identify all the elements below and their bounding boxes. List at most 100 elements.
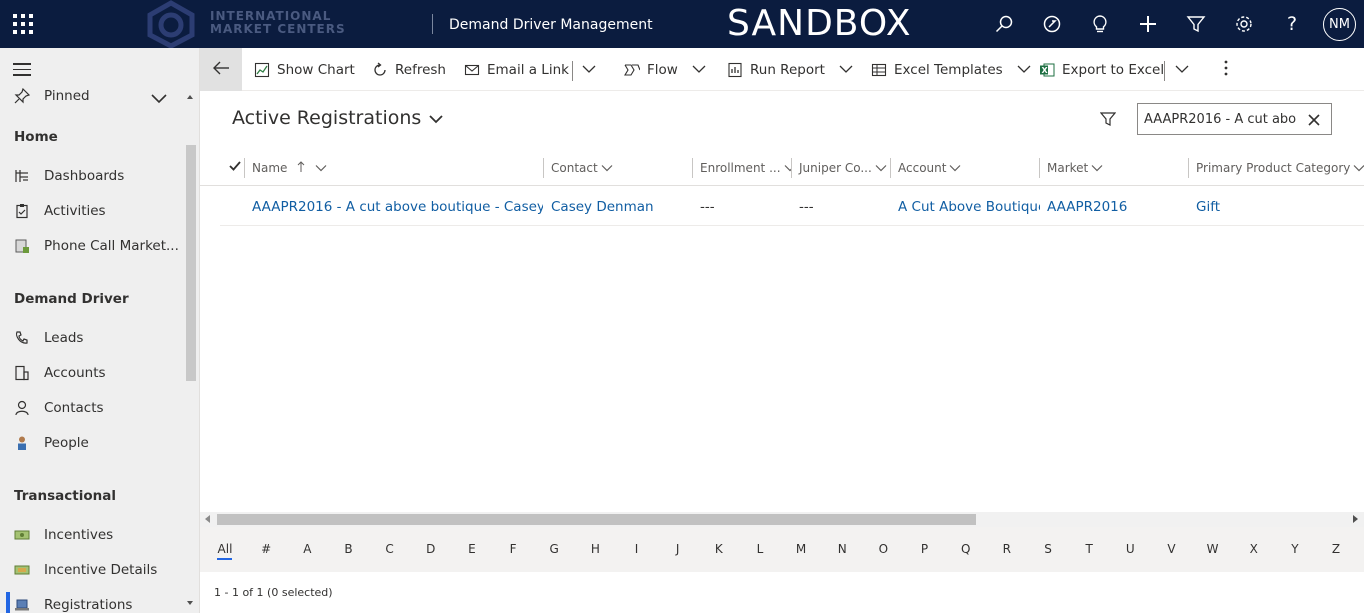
- jump-bar-letter[interactable]: F: [503, 542, 523, 556]
- jump-bar-letter[interactable]: B: [338, 542, 358, 556]
- sidebar-item-accounts[interactable]: Accounts: [0, 358, 185, 388]
- view-selector[interactable]: Active Registrations: [232, 107, 443, 129]
- select-all-checkmark-icon[interactable]: [228, 158, 242, 172]
- chevron-down-icon[interactable]: [692, 62, 706, 78]
- view-title: Active Registrations: [232, 107, 422, 129]
- jump-bar-letter[interactable]: U: [1120, 542, 1140, 556]
- jump-bar-letter[interactable]: V: [1161, 542, 1181, 556]
- column-header-market[interactable]: Market: [1039, 150, 1188, 186]
- jump-bar-letter[interactable]: G: [544, 542, 564, 556]
- search-icon[interactable]: [992, 12, 1016, 36]
- column-header-juniper[interactable]: Juniper Co...: [791, 150, 890, 186]
- money-icon: [13, 526, 31, 544]
- cell-category[interactable]: Gift: [1196, 188, 1346, 226]
- cell-name[interactable]: AAAPR2016 - A cut above boutique - Casey…: [252, 188, 543, 226]
- chevron-down-icon[interactable]: [150, 89, 168, 108]
- sidebar-item-registrations[interactable]: Registrations: [0, 590, 185, 613]
- jump-bar-letter[interactable]: H: [585, 542, 605, 556]
- filter-icon[interactable]: [1184, 12, 1208, 36]
- sidebar-item-phone-call-marketing[interactable]: Phone Call Market...: [0, 231, 185, 261]
- view-filter-icon[interactable]: [1098, 109, 1118, 129]
- jump-bar-letter[interactable]: S: [1038, 542, 1058, 556]
- email-link-button[interactable]: Email a Link: [463, 48, 569, 91]
- cell-account[interactable]: A Cut Above Boutique.: [898, 188, 1040, 226]
- svg-text:X: X: [1042, 66, 1049, 75]
- sidebar-item-leads[interactable]: Leads: [0, 323, 185, 353]
- chevron-down-icon[interactable]: [1017, 62, 1031, 78]
- hamburger-menu-icon[interactable]: [13, 63, 31, 77]
- chevron-down-icon: [429, 107, 443, 129]
- jump-bar-letter[interactable]: O: [873, 542, 893, 556]
- horizontal-scrollbar[interactable]: [200, 512, 1364, 527]
- jump-bar-letter[interactable]: L: [750, 542, 770, 556]
- sidebar-item-people[interactable]: People: [0, 428, 185, 458]
- column-header-primary-product-category[interactable]: Primary Product Category: [1188, 150, 1364, 186]
- run-report-button[interactable]: Run Report: [726, 48, 853, 91]
- export-excel-button[interactable]: X Export to Excel: [1038, 48, 1164, 91]
- email-link-dropdown[interactable]: [582, 48, 596, 91]
- cell-enrollment: ---: [700, 199, 715, 215]
- flow-button[interactable]: Flow: [623, 48, 706, 91]
- scroll-left-arrow-icon[interactable]: [205, 515, 210, 523]
- column-header-account[interactable]: Account: [890, 150, 1039, 186]
- jump-bar-letter[interactable]: P: [915, 542, 935, 556]
- excel-templates-button[interactable]: Excel Templates: [870, 48, 1031, 91]
- sidebar-scrollbar-thumb[interactable]: [186, 145, 196, 381]
- jump-bar-letter[interactable]: C: [380, 542, 400, 556]
- show-chart-button[interactable]: Show Chart: [253, 48, 355, 91]
- search-input[interactable]: [1144, 110, 1296, 128]
- jump-bar-letter[interactable]: R: [997, 542, 1017, 556]
- cell-market[interactable]: AAAPR2016: [1047, 188, 1187, 226]
- more-commands-button[interactable]: [1223, 48, 1229, 91]
- sidebar-item-incentive-details[interactable]: Incentive Details: [0, 555, 185, 585]
- avatar[interactable]: NM: [1323, 8, 1356, 41]
- jump-bar-letter[interactable]: A: [297, 542, 317, 556]
- search-box[interactable]: [1137, 103, 1332, 135]
- lightbulb-icon[interactable]: [1088, 12, 1112, 36]
- back-button[interactable]: [200, 48, 242, 91]
- command-separator: [1164, 61, 1165, 81]
- refresh-icon: [371, 61, 389, 79]
- jump-bar-all[interactable]: All: [215, 542, 235, 556]
- jump-bar-letter[interactable]: Z: [1326, 542, 1346, 556]
- cell-contact[interactable]: Casey Denman: [551, 188, 691, 226]
- plus-icon[interactable]: [1136, 12, 1160, 36]
- scroll-up-arrow-icon[interactable]: [187, 95, 193, 99]
- jump-bar-letter[interactable]: N: [832, 542, 852, 556]
- jump-bar-letter[interactable]: J: [668, 542, 688, 556]
- jump-bar-letter[interactable]: K: [709, 542, 729, 556]
- close-icon[interactable]: [1305, 111, 1323, 129]
- jump-bar-letter[interactable]: #: [256, 542, 276, 556]
- jump-bar-letter[interactable]: E: [462, 542, 482, 556]
- app-title[interactable]: Demand Driver Management: [449, 17, 653, 33]
- export-excel-dropdown[interactable]: [1175, 48, 1189, 91]
- jump-bar-letter[interactable]: M: [791, 542, 811, 556]
- jump-bar-letter[interactable]: I: [627, 542, 647, 556]
- sidebar-item-activities[interactable]: Activities: [0, 196, 185, 226]
- table-row[interactable]: AAAPR2016 - A cut above boutique - Casey…: [220, 188, 1364, 226]
- scroll-right-arrow-icon[interactable]: [1353, 515, 1358, 523]
- column-header-enrollment[interactable]: Enrollment ...: [692, 150, 791, 186]
- jump-bar-letter[interactable]: Q: [956, 542, 976, 556]
- sidebar-item-dashboards[interactable]: Dashboards: [0, 161, 185, 191]
- column-header-contact[interactable]: Contact: [543, 150, 692, 186]
- jump-bar-letter[interactable]: T: [1079, 542, 1099, 556]
- sidebar-item-incentives[interactable]: Incentives: [0, 520, 185, 550]
- sidebar-pinned[interactable]: Pinned: [0, 81, 185, 111]
- help-icon[interactable]: ?: [1280, 12, 1304, 36]
- scroll-down-arrow-icon[interactable]: [187, 601, 193, 605]
- app-launcher-icon[interactable]: [13, 14, 33, 34]
- record-count: 1 - 1 of 1 (0 selected): [214, 586, 333, 599]
- jump-bar-letter[interactable]: X: [1244, 542, 1264, 556]
- jump-bar-letter[interactable]: Y: [1285, 542, 1305, 556]
- jump-bar-letter[interactable]: D: [421, 542, 441, 556]
- horizontal-scrollbar-thumb[interactable]: [217, 514, 976, 525]
- refresh-button[interactable]: Refresh: [371, 48, 446, 91]
- jump-bar-letter[interactable]: W: [1203, 542, 1223, 556]
- assistant-icon[interactable]: [1040, 12, 1064, 36]
- chevron-down-icon[interactable]: [839, 62, 853, 78]
- sidebar-item-label: People: [44, 435, 89, 451]
- gear-icon[interactable]: [1232, 12, 1256, 36]
- sidebar-item-contacts[interactable]: Contacts: [0, 393, 185, 423]
- column-header-name[interactable]: Name: [244, 150, 544, 186]
